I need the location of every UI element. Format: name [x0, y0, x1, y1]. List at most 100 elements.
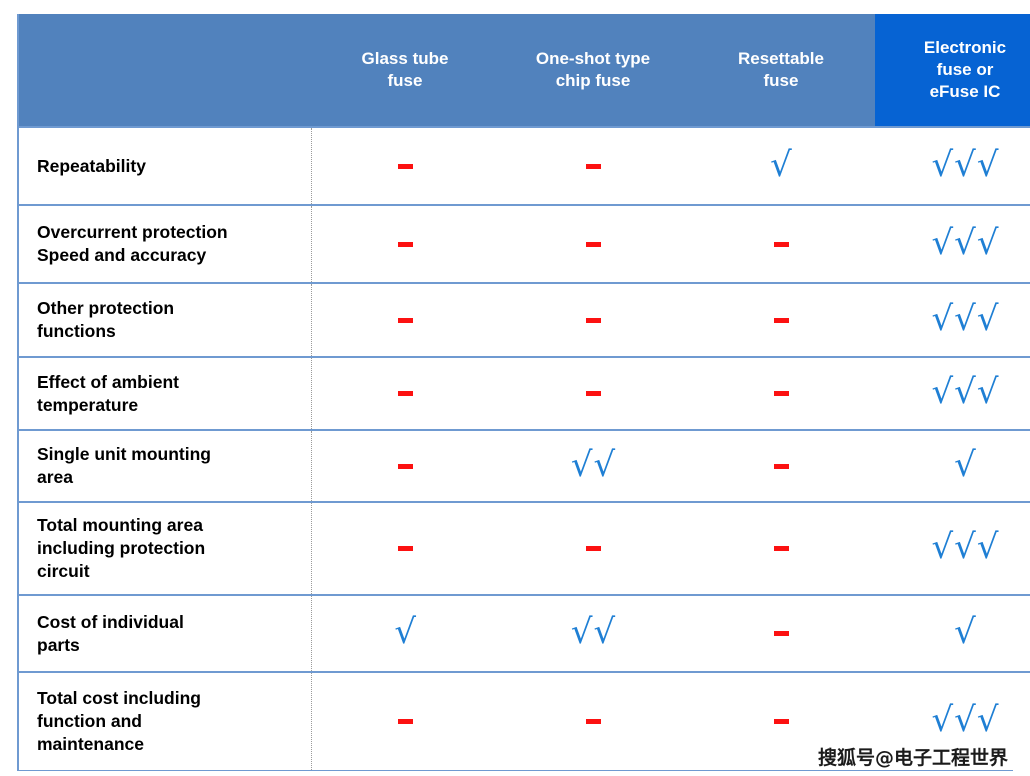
- header-cell-glass-tube-fuse: Glass tube fuse: [311, 14, 499, 127]
- rating-cell-r7-c1: [499, 672, 687, 770]
- rating-marks: √ √ √: [875, 527, 1030, 568]
- comparison-table: Glass tube fuse One-shot type chip fuse Re…: [19, 14, 1030, 770]
- dash-icon: [397, 463, 413, 469]
- rating-marks: [499, 317, 687, 323]
- check-icon: √: [570, 612, 593, 653]
- rating-cell-r3-c1: [499, 357, 687, 430]
- header-cell-electronic-fuse-efuse-ic: Electronic fuse or eFuse IC: [875, 14, 1030, 127]
- table-row: Total mounting area including protection c…: [19, 502, 1030, 595]
- check-icon: √: [976, 527, 999, 568]
- dash-icon: [397, 241, 413, 247]
- dash-icon: [773, 391, 789, 396]
- check-icon: √: [976, 700, 999, 741]
- rating-marks: √: [875, 615, 1030, 649]
- table-row: Effect of ambient temperature √ √ √: [19, 357, 1030, 430]
- check-icon: √: [931, 144, 954, 185]
- row-label-7: Total cost including function and maintena…: [19, 672, 312, 770]
- check-icon: √: [593, 612, 616, 653]
- rating-marks: [312, 163, 500, 169]
- rating-marks: [499, 719, 687, 724]
- rating-marks: √ √ √: [875, 222, 1030, 263]
- rating-cell-r6-c3: √: [875, 595, 1030, 672]
- check-icon: √: [954, 444, 976, 485]
- dash-icon: [585, 391, 601, 396]
- row-label-4: Single unit mounting area: [19, 430, 312, 502]
- rating-cell-r2-c1: [499, 283, 687, 357]
- watermark-label: 搜狐号@电子工程世界: [817, 747, 1008, 769]
- rating-marks: [312, 391, 500, 396]
- rating-marks: √ √ √: [875, 700, 1030, 741]
- dash-icon: [397, 719, 413, 724]
- row-label-3: Effect of ambient temperature: [19, 357, 312, 430]
- check-icon: √: [931, 700, 954, 741]
- dash-icon: [397, 163, 413, 169]
- table-row: Overcurrent protection Speed and accuracy…: [19, 205, 1030, 283]
- rating-marks: √ √ √: [875, 298, 1030, 339]
- rating-cell-r5-c3: √ √ √: [875, 502, 1030, 595]
- rating-marks: [312, 463, 500, 469]
- check-icon: √: [954, 527, 976, 568]
- rating-marks: [687, 719, 875, 724]
- dash-icon: [585, 719, 601, 724]
- dash-icon: [397, 546, 413, 551]
- dash-icon: [773, 317, 789, 323]
- row-label-0: Repeatability: [19, 127, 312, 205]
- dash-icon: [585, 546, 601, 551]
- rating-marks: [499, 391, 687, 396]
- rating-marks: [687, 546, 875, 551]
- table-row: Single unit mounting area √ √ √: [19, 430, 1030, 502]
- fuse-comparison-table: Glass tube fuse One-shot type chip fuse Re…: [17, 14, 1030, 771]
- rating-marks: [499, 241, 687, 247]
- rating-marks: √ √: [499, 612, 687, 653]
- rating-cell-r5-c0: [311, 502, 499, 595]
- rating-cell-r1-c1: [499, 205, 687, 283]
- rating-cell-r0-c0: [311, 127, 499, 205]
- rating-marks: √: [875, 444, 1030, 485]
- rating-marks: [312, 546, 500, 551]
- rating-marks: √ √ √: [875, 372, 1030, 413]
- table-row: Cost of individual parts √ √ √ √: [19, 595, 1030, 672]
- rating-cell-r7-c0: [311, 672, 499, 770]
- rating-marks: [687, 391, 875, 396]
- table-row: Repeatability √ √ √ √: [19, 127, 1030, 205]
- rating-marks: √: [312, 612, 500, 653]
- rating-marks: [312, 719, 500, 724]
- dash-icon: [397, 317, 413, 323]
- rating-cell-r2-c0: [311, 283, 499, 357]
- check-icon: √: [770, 144, 792, 185]
- check-icon: √: [954, 372, 976, 413]
- check-icon: √: [931, 372, 954, 413]
- rating-cell-r3-c0: [311, 357, 499, 430]
- rating-marks: √ √ √: [875, 144, 1030, 185]
- dash-icon: [773, 546, 789, 551]
- rating-cell-r3-c3: √ √ √: [875, 357, 1030, 430]
- check-icon: √: [931, 298, 954, 339]
- rating-cell-r4-c0: [311, 430, 499, 502]
- rating-cell-r3-c2: [687, 357, 875, 430]
- table-header: Glass tube fuse One-shot type chip fuse Re…: [19, 14, 1030, 127]
- row-label-5: Total mounting area including protection c…: [19, 502, 312, 595]
- rating-cell-r4-c2: [687, 430, 875, 502]
- check-icon: √: [976, 222, 999, 263]
- header-cell-resettable-fuse: Resettable fuse: [687, 14, 875, 127]
- rating-cell-r0-c1: [499, 127, 687, 205]
- rating-cell-r6-c1: √ √: [499, 595, 687, 672]
- rating-cell-r1-c0: [311, 205, 499, 283]
- header-cell-one-shot-chip-fuse: One-shot type chip fuse: [499, 14, 687, 127]
- rating-marks: √: [687, 144, 875, 185]
- dash-icon: [773, 719, 789, 724]
- check-icon: √: [931, 222, 954, 263]
- rating-marks: [687, 317, 875, 323]
- rating-marks: [499, 163, 687, 169]
- table-row: Other protection functions √ √ √: [19, 283, 1030, 357]
- rating-cell-r1-c3: √ √ √: [875, 205, 1030, 283]
- rating-marks: [499, 546, 687, 551]
- check-icon: √: [394, 612, 417, 653]
- rating-cell-r5-c2: [687, 502, 875, 595]
- dash-icon: [773, 463, 789, 469]
- rating-cell-r6-c0: √: [311, 595, 499, 672]
- check-icon: √: [931, 527, 954, 568]
- rating-marks: [687, 631, 875, 636]
- rating-marks: [312, 317, 500, 323]
- table-header-row: Glass tube fuse One-shot type chip fuse Re…: [19, 14, 1030, 127]
